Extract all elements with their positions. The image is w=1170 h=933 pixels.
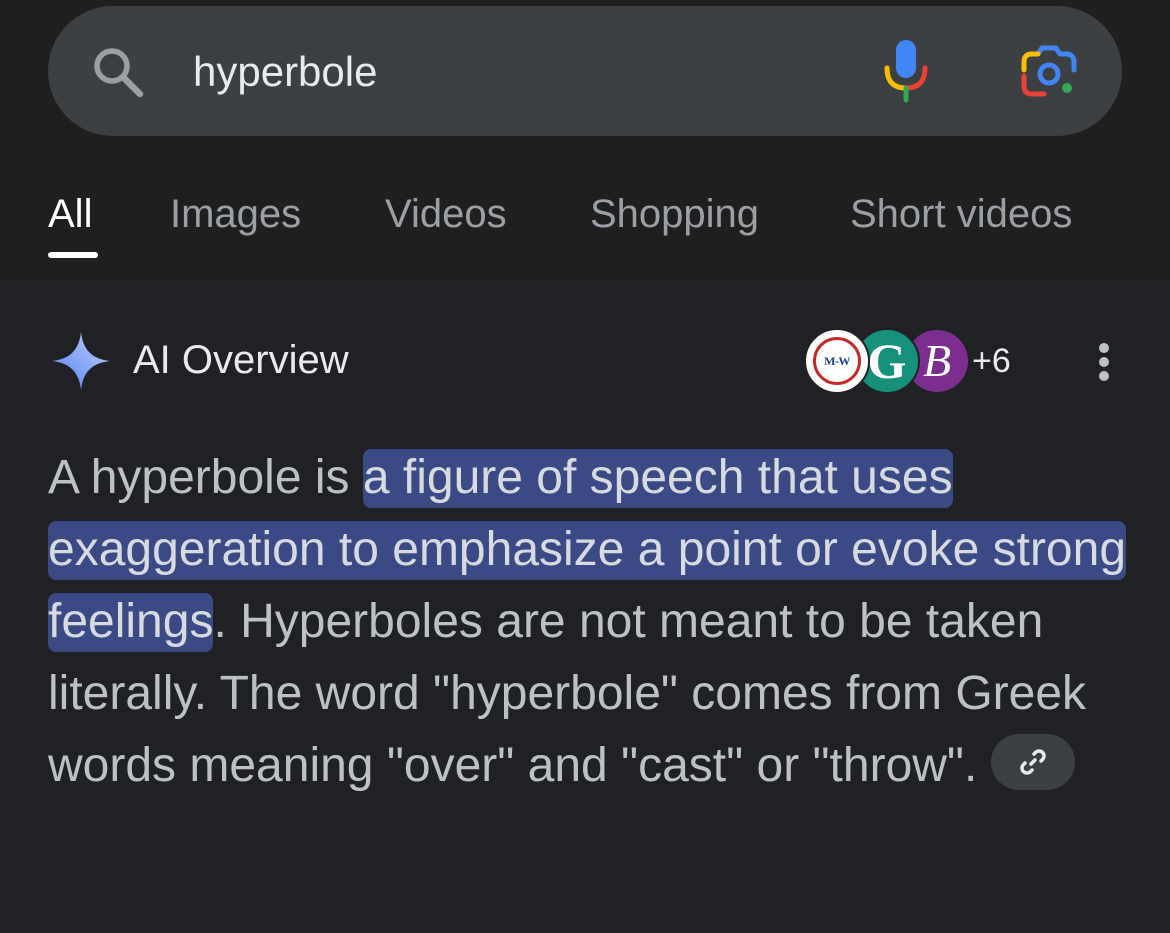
ai-overview-text: A hyperbole is a figure of speech that u…: [48, 442, 1128, 802]
more-options-icon[interactable]: [1090, 340, 1118, 384]
citation-link-button[interactable]: [991, 734, 1076, 791]
extra-sources-count[interactable]: +6: [972, 338, 1011, 384]
tab-short-videos[interactable]: Short videos: [850, 186, 1072, 242]
search-tabs: All Images Videos Shopping Short videos: [0, 186, 1170, 266]
mic-icon[interactable]: [880, 38, 932, 104]
tab-videos[interactable]: Videos: [385, 186, 507, 242]
tab-all[interactable]: All: [48, 186, 92, 242]
link-icon: [1020, 749, 1047, 776]
merriam-webster-logo: M-W: [813, 337, 861, 385]
search-results-page: hyperbole All Images Videos Shopping Sho…: [0, 0, 1170, 933]
source-avatar-merriam-webster[interactable]: M-W: [804, 328, 870, 394]
search-icon[interactable]: [90, 44, 146, 100]
search-input[interactable]: hyperbole: [193, 46, 377, 98]
active-tab-indicator: [48, 252, 98, 258]
source-avatars[interactable]: B G M-W: [800, 328, 970, 394]
overview-text-start: A hyperbole is: [48, 451, 363, 504]
ai-overview-title: AI Overview: [133, 338, 349, 382]
tab-images[interactable]: Images: [170, 186, 301, 242]
sparkle-icon: [52, 332, 110, 390]
google-lens-icon[interactable]: [1018, 42, 1080, 100]
tab-shopping[interactable]: Shopping: [590, 186, 759, 242]
header: hyperbole All Images Videos Shopping Sho…: [0, 0, 1170, 280]
